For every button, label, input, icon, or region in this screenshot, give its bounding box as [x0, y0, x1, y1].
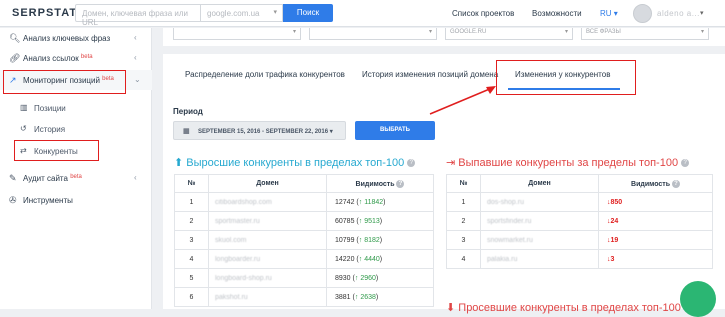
- chat-widget-button[interactable]: [680, 281, 716, 317]
- annotation-arrow: [429, 86, 496, 115]
